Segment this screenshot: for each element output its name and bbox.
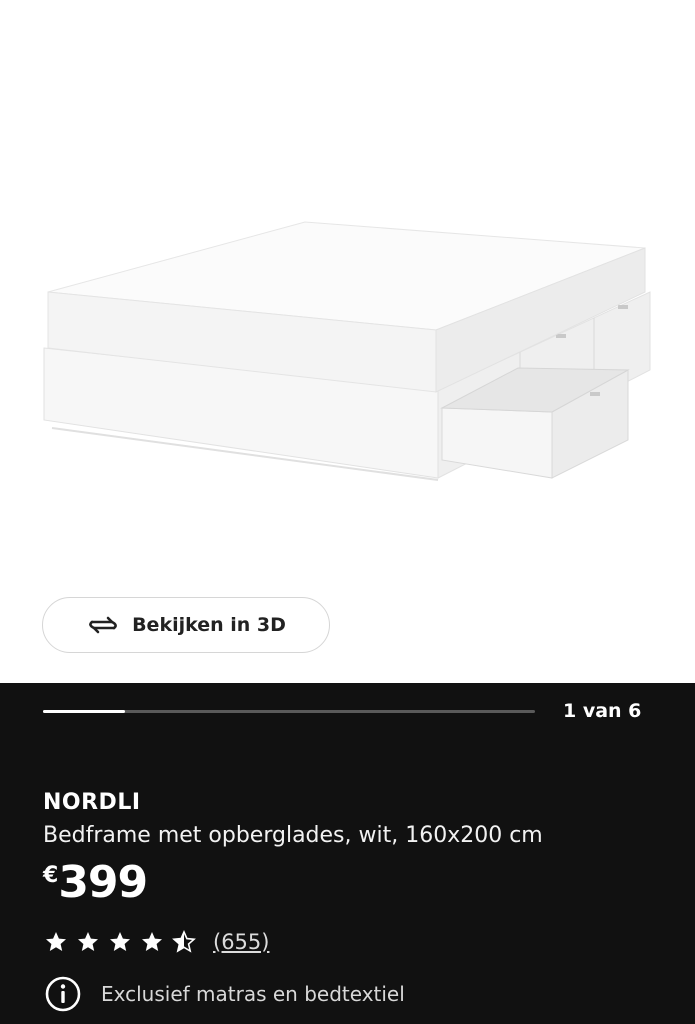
gallery-page-counter: 1 van 6 xyxy=(563,700,642,722)
product-gallery[interactable]: Bekijken in 3D xyxy=(0,0,695,683)
product-description: Bedframe met opberglades, wit, 160x200 c… xyxy=(43,823,543,848)
star-half-icon xyxy=(172,930,196,953)
product-price: €399 xyxy=(43,857,148,908)
star-icon xyxy=(46,932,66,951)
product-image[interactable] xyxy=(0,0,695,600)
product-info-panel: 1 van 6 NORDLI Bedframe met opberglades,… xyxy=(0,683,695,1024)
view-in-3d-label: Bekijken in 3D xyxy=(132,614,286,636)
star-icon xyxy=(78,932,98,951)
product-brand: NORDLI xyxy=(43,790,141,815)
product-rating[interactable]: (655) xyxy=(43,930,269,954)
price-amount: 399 xyxy=(58,857,148,908)
product-note: Exclusief matras en bedtextiel xyxy=(45,976,405,1012)
rotate-3d-icon xyxy=(89,616,117,634)
gallery-progress-fill xyxy=(43,710,126,713)
gallery-progress-bar xyxy=(43,710,535,713)
view-in-3d-button[interactable]: Bekijken in 3D xyxy=(42,597,330,653)
star-icon xyxy=(142,932,162,951)
note-text: Exclusief matras en bedtextiel xyxy=(101,982,405,1006)
star-icon xyxy=(110,932,130,951)
info-icon[interactable] xyxy=(45,976,81,1012)
price-currency: € xyxy=(43,863,59,888)
review-count-link[interactable]: (655) xyxy=(213,930,269,954)
